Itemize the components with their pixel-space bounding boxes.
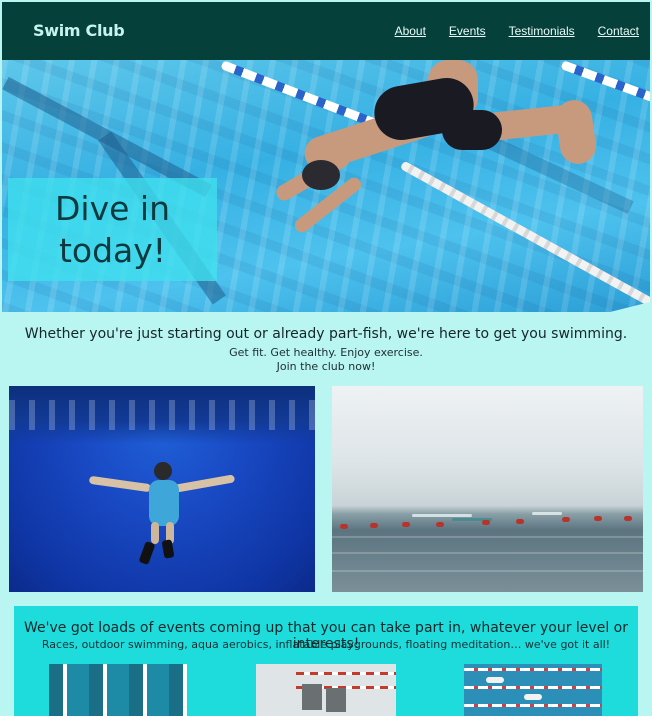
- events-subheading: Races, outdoor swimming, aqua aerobics, …: [41, 638, 611, 651]
- events-section: We've got loads of events coming up that…: [14, 606, 638, 716]
- diver-torso: [149, 480, 179, 526]
- underwater-photo: [9, 386, 315, 592]
- wave: [412, 514, 472, 517]
- site-header: Swim Club About Events Testimonials Cont…: [2, 2, 650, 60]
- buoy: [370, 523, 378, 528]
- starting-block: [302, 684, 322, 710]
- diver-head: [154, 462, 172, 480]
- hero-swimsuit: [442, 110, 502, 150]
- nav-link-events[interactable]: Events: [449, 24, 486, 38]
- event-thumb-race: [464, 664, 602, 716]
- lane-rope: [464, 668, 602, 671]
- lane-rope: [464, 704, 602, 707]
- nav-link-testimonials[interactable]: Testimonials: [509, 24, 575, 38]
- sea-ripple: [332, 570, 643, 572]
- event-thumb-pool-lanes: [49, 664, 187, 716]
- event-thumb-starting-blocks: [256, 664, 396, 716]
- lane-rope: [464, 686, 602, 689]
- open-water-photo: [332, 386, 643, 592]
- hero-edge: [610, 302, 650, 312]
- intro-section: Whether you're just starting out or alre…: [0, 326, 652, 374]
- hero-headline-box: Dive in today!: [8, 178, 217, 281]
- buoy: [340, 524, 348, 529]
- surface-sparkle: [9, 400, 315, 430]
- buoy: [562, 517, 570, 522]
- diver-leg: [151, 522, 159, 544]
- diver-fin: [138, 540, 156, 566]
- intro-line-2: Join the club now!: [276, 360, 376, 373]
- intro-lead: Whether you're just starting out or alre…: [24, 326, 628, 342]
- nav-link-contact[interactable]: Contact: [598, 24, 639, 38]
- sea-ripple: [332, 552, 643, 554]
- sea-ripple: [332, 536, 643, 538]
- nav-link-about[interactable]: About: [395, 24, 426, 38]
- intro-line-1: Get fit. Get healthy. Enjoy exercise.: [229, 346, 423, 359]
- main-nav: About Events Testimonials Contact: [372, 24, 639, 38]
- starting-block: [326, 688, 346, 712]
- buoy: [436, 522, 444, 527]
- hero-image: Dive in today!: [2, 60, 650, 312]
- buoy: [624, 516, 632, 521]
- diver-arm: [88, 475, 152, 493]
- site-logo[interactable]: Swim Club: [33, 21, 125, 40]
- lane-rope: [296, 672, 396, 675]
- race-swimmer: [486, 677, 504, 683]
- race-swimmer: [524, 694, 542, 700]
- wave: [532, 512, 562, 515]
- hero-swimmer-cap: [302, 160, 340, 190]
- buoy: [482, 520, 490, 525]
- buoy: [402, 522, 410, 527]
- hero-title: Dive in today!: [55, 188, 170, 270]
- buoy: [516, 519, 524, 524]
- buoy: [594, 516, 602, 521]
